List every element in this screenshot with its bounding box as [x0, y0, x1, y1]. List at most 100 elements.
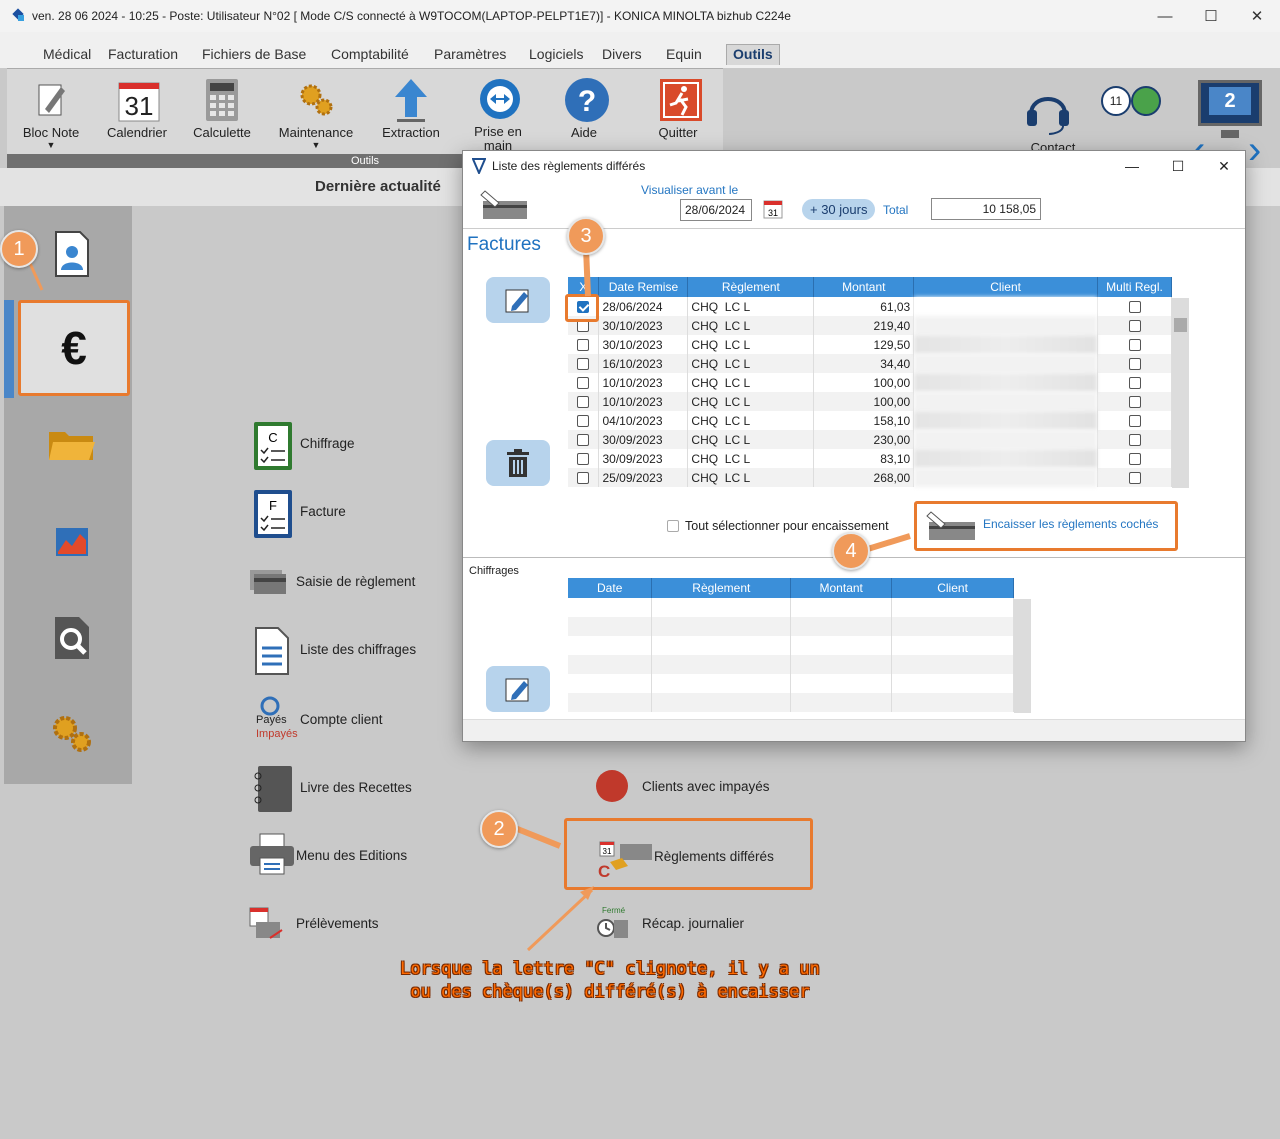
table-row[interactable]: 30/09/2023 CHQ LC L 83,10 — [568, 449, 1172, 468]
row-multi-regl[interactable] — [1097, 316, 1172, 335]
sidebar-item-facturation[interactable]: € — [18, 300, 130, 396]
menu-fichiers-de-base[interactable]: Fichiers de Base — [202, 46, 306, 62]
col-date-remise[interactable]: Date Remise — [598, 277, 689, 297]
multi-regl-checkbox[interactable] — [1128, 472, 1141, 485]
menu-comptabilite[interactable]: Comptabilité — [331, 46, 409, 62]
row-checkbox[interactable] — [577, 415, 590, 428]
sidebar-item-recherche[interactable] — [14, 590, 130, 686]
chiffrage-item[interactable]: C Chiffrage — [252, 418, 355, 470]
multi-regl-checkbox[interactable] — [1128, 377, 1141, 390]
table-row[interactable]: 10/10/2023 CHQ LC L 100,00 — [568, 392, 1172, 411]
row-multi-regl[interactable] — [1097, 392, 1172, 411]
row-checkbox[interactable] — [577, 434, 590, 447]
row-checkbox[interactable] — [577, 320, 590, 333]
row-checkbox-cell[interactable] — [568, 373, 600, 392]
quitter-button[interactable]: Quitter — [643, 77, 713, 140]
table-row[interactable] — [568, 598, 1014, 617]
facture-item[interactable]: F Facture — [252, 486, 346, 538]
plus-30-jours-button[interactable]: + 30 jours — [802, 199, 876, 220]
menu-divers[interactable]: Divers — [602, 46, 642, 62]
menu-facturation[interactable]: Facturation — [108, 46, 178, 62]
multi-regl-checkbox[interactable] — [1128, 339, 1141, 352]
livre-recettes-item[interactable]: Livre des Recettes — [252, 762, 412, 812]
maximize-button[interactable]: ☐ — [1188, 0, 1234, 32]
extraction-button[interactable]: Extraction — [375, 77, 447, 140]
menu-logiciels[interactable]: Logiciels — [529, 46, 583, 62]
row-multi-regl[interactable] — [1097, 411, 1172, 430]
scrollbar-thumb[interactable] — [1174, 318, 1187, 332]
row-checkbox[interactable] — [577, 377, 590, 390]
sidebar-item-statistiques[interactable] — [14, 494, 130, 590]
row-checkbox-cell[interactable] — [568, 354, 600, 373]
calculette-button[interactable]: Calculette — [187, 77, 257, 140]
table-row[interactable] — [568, 674, 1014, 693]
dialog-close-button[interactable]: ✕ — [1201, 151, 1247, 181]
notification-count-badge[interactable]: 11 — [1101, 86, 1131, 116]
multi-regl-checkbox[interactable] — [1128, 453, 1141, 466]
row-checkbox-cell[interactable] — [568, 411, 600, 430]
table-row[interactable]: 30/10/2023 CHQ LC L 219,40 — [568, 316, 1172, 335]
multi-regl-checkbox[interactable] — [1128, 320, 1141, 333]
row-checkbox[interactable] — [577, 472, 590, 485]
dialog-minimize-button[interactable]: — — [1109, 151, 1155, 181]
table-row[interactable] — [568, 655, 1014, 674]
select-all-row[interactable]: Tout sélectionner pour encaissement — [667, 519, 889, 533]
table-row[interactable] — [568, 636, 1014, 655]
saisie-reglement-item[interactable]: Saisie de règlement — [248, 556, 415, 606]
chiffrages-scrollbar[interactable] — [1014, 599, 1031, 713]
calendar-picker-icon[interactable]: 31 — [763, 199, 783, 219]
sidebar-item-parametres[interactable] — [14, 686, 130, 782]
table-row[interactable]: 30/09/2023 CHQ LC L 230,00 — [568, 430, 1172, 449]
col-reglement[interactable]: Règlement — [687, 277, 815, 297]
row-checkbox[interactable] — [577, 339, 590, 352]
chiffrage-col-client[interactable]: Client — [891, 578, 1014, 598]
row-multi-regl[interactable] — [1097, 297, 1172, 316]
row-checkbox-cell[interactable] — [568, 392, 600, 411]
table-row[interactable]: 16/10/2023 CHQ LC L 34,40 — [568, 354, 1172, 373]
row-multi-regl[interactable] — [1097, 354, 1172, 373]
row-multi-regl[interactable] — [1097, 468, 1172, 487]
col-client[interactable]: Client — [913, 277, 1098, 297]
clients-impayes-item[interactable]: Clients avec impayés — [596, 770, 770, 802]
aide-button[interactable]: ? Aide — [551, 77, 617, 140]
minimize-button[interactable]: — — [1142, 0, 1188, 32]
table-row[interactable]: 28/06/2024 CHQ LC L 61,03 — [568, 297, 1172, 316]
table-row[interactable] — [568, 617, 1014, 636]
row-multi-regl[interactable] — [1097, 373, 1172, 392]
chevron-right-icon[interactable]: › — [1248, 128, 1261, 173]
recap-journalier-item[interactable]: Fermé Récap. journalier — [596, 906, 744, 940]
delete-facture-button[interactable] — [486, 440, 550, 486]
row-multi-regl[interactable] — [1097, 430, 1172, 449]
chiffrage-col-montant[interactable]: Montant — [790, 578, 893, 598]
multi-regl-checkbox[interactable] — [1128, 396, 1141, 409]
row-checkbox[interactable] — [577, 358, 590, 371]
multi-regl-checkbox[interactable] — [1128, 434, 1141, 447]
row-checkbox[interactable] — [577, 453, 590, 466]
col-multi-regl[interactable]: Multi Regl. — [1097, 277, 1172, 297]
screen-monitor-icon[interactable]: 2 — [1198, 80, 1262, 126]
chiffrage-col-date[interactable]: Date — [568, 578, 653, 598]
multi-regl-checkbox[interactable] — [1128, 301, 1141, 314]
prelevements-item[interactable]: Prélèvements — [248, 898, 379, 948]
select-all-checkbox[interactable] — [667, 520, 679, 532]
row-checkbox-cell[interactable] — [568, 335, 600, 354]
compte-client-item[interactable]: Payés Impayés Compte client — [252, 694, 383, 744]
menu-medical[interactable]: Médical — [43, 46, 91, 62]
multi-regl-checkbox[interactable] — [1128, 415, 1141, 428]
table-row[interactable] — [568, 693, 1014, 712]
menu-outils[interactable]: Outils — [726, 44, 780, 65]
row-multi-regl[interactable] — [1097, 335, 1172, 354]
row-multi-regl[interactable] — [1097, 449, 1172, 468]
maintenance-button[interactable]: Maintenance ▼ — [273, 77, 359, 150]
table-row[interactable]: 10/10/2023 CHQ LC L 100,00 — [568, 373, 1172, 392]
row-checkbox-cell[interactable] — [568, 468, 600, 487]
liste-chiffrages-item[interactable]: Liste des chiffrages — [252, 624, 416, 675]
chiffrage-col-reglement[interactable]: Règlement — [651, 578, 792, 598]
table-row[interactable]: 04/10/2023 CHQ LC L 158,10 — [568, 411, 1172, 430]
menu-parametres[interactable]: Paramètres — [434, 46, 506, 62]
row-checkbox-cell[interactable] — [568, 449, 600, 468]
date-input[interactable]: 28/06/2024 — [680, 199, 752, 221]
table-row[interactable]: 25/09/2023 CHQ LC L 268,00 — [568, 468, 1172, 487]
calendrier-button[interactable]: 31 Calendrier — [101, 77, 173, 140]
prise-en-main-button[interactable]: Prise en main — [463, 77, 533, 153]
